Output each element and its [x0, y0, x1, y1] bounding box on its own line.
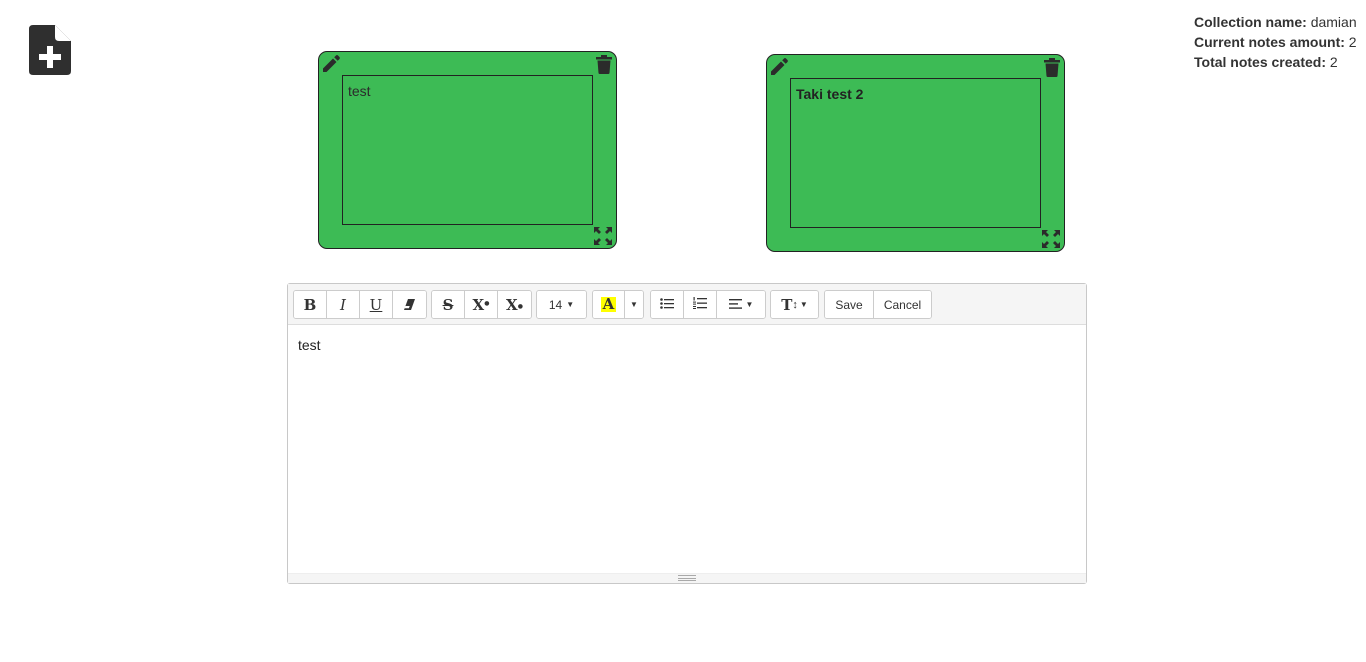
script-group: S X ● X ●	[431, 290, 532, 319]
collection-name-row: Collection name: damian	[1194, 12, 1357, 32]
strikethrough-button[interactable]: S	[432, 291, 465, 318]
collection-name-label: Collection name:	[1194, 14, 1307, 30]
cancel-button[interactable]: Cancel	[874, 291, 931, 318]
underline-button[interactable]: U	[360, 291, 393, 318]
align-dropdown[interactable]: ▼	[717, 291, 765, 318]
save-button[interactable]: Save	[825, 291, 874, 318]
note-content[interactable]: test	[342, 75, 593, 225]
caret-down-icon: ▼	[799, 300, 808, 309]
align-left-icon	[728, 298, 742, 312]
clear-format-button[interactable]	[393, 291, 426, 318]
collection-stats: Collection name: damian Current notes am…	[1194, 12, 1357, 72]
subscript-label: X	[506, 295, 518, 314]
font-size-value: 14	[548, 297, 563, 312]
subscript-button[interactable]: X ●	[498, 291, 531, 318]
collection-name-value: damian	[1310, 14, 1357, 30]
grip-icon	[678, 575, 696, 581]
save-label: Save	[835, 297, 863, 312]
bullet-list-icon	[660, 297, 674, 312]
current-notes-value: 2	[1348, 34, 1357, 50]
subscript-marker: ●	[517, 303, 523, 310]
font-size-group: 14 ▼	[536, 290, 587, 319]
superscript-marker: ●	[484, 300, 490, 307]
italic-button[interactable]: I	[327, 291, 360, 318]
highlight-icon: A	[600, 295, 617, 313]
caret-down-icon: ▼	[566, 300, 575, 309]
numbered-list-button[interactable]	[684, 291, 717, 318]
superscript-button[interactable]: X ●	[465, 291, 498, 318]
color-dropdown[interactable]: ▼	[625, 291, 643, 318]
editor-toolbar: B I U S X ● X ● 14 ▼ A ▼ ▼ T ↕ ▼ Save Ca…	[288, 284, 1086, 325]
current-notes-row: Current notes amount: 2	[1194, 32, 1357, 52]
bold-button[interactable]: B	[294, 291, 327, 318]
caret-down-icon: ▼	[745, 300, 754, 309]
line-height-icon: ↕	[792, 298, 798, 311]
bullet-list-button[interactable]	[651, 291, 684, 318]
pencil-icon[interactable]	[321, 54, 341, 74]
expand-icon[interactable]	[1041, 229, 1061, 249]
editor-content[interactable]: test	[288, 325, 1086, 575]
paragraph-group: ▼	[650, 290, 766, 319]
italic-label: I	[340, 295, 346, 314]
rich-text-editor: B I U S X ● X ● 14 ▼ A ▼ ▼ T ↕ ▼ Save Ca…	[287, 283, 1087, 584]
cancel-label: Cancel	[883, 297, 922, 312]
note-card[interactable]: Taki test 2	[766, 54, 1065, 252]
action-group: Save Cancel	[824, 290, 932, 319]
total-notes-label: Total notes created:	[1194, 54, 1326, 70]
color-group: A ▼	[592, 290, 644, 319]
strikethrough-label: S	[442, 295, 454, 314]
eraser-icon	[404, 296, 415, 314]
line-height-dropdown[interactable]: T ↕ ▼	[771, 291, 818, 318]
superscript-label: X	[472, 295, 485, 314]
line-height-group: T ↕ ▼	[770, 290, 819, 319]
expand-icon[interactable]	[593, 226, 613, 246]
pencil-icon[interactable]	[769, 57, 789, 77]
total-notes-value: 2	[1329, 54, 1338, 70]
caret-down-icon: ▼	[630, 300, 638, 309]
font-style-group: B I U	[293, 290, 427, 319]
font-size-dropdown[interactable]: 14 ▼	[537, 291, 586, 318]
total-notes-row: Total notes created: 2	[1194, 52, 1357, 72]
resize-handle[interactable]	[288, 573, 1086, 583]
line-height-label: T	[781, 295, 793, 314]
trash-icon[interactable]	[1044, 58, 1060, 77]
note-content[interactable]: Taki test 2	[790, 78, 1041, 228]
numbered-list-icon	[693, 297, 707, 312]
highlight-button[interactable]: A	[593, 291, 625, 318]
bold-label: B	[303, 295, 317, 314]
note-card[interactable]: test	[318, 51, 617, 249]
trash-icon[interactable]	[596, 55, 612, 74]
current-notes-label: Current notes amount:	[1194, 34, 1345, 50]
underline-label: U	[369, 295, 383, 314]
add-note-icon[interactable]	[29, 25, 71, 75]
